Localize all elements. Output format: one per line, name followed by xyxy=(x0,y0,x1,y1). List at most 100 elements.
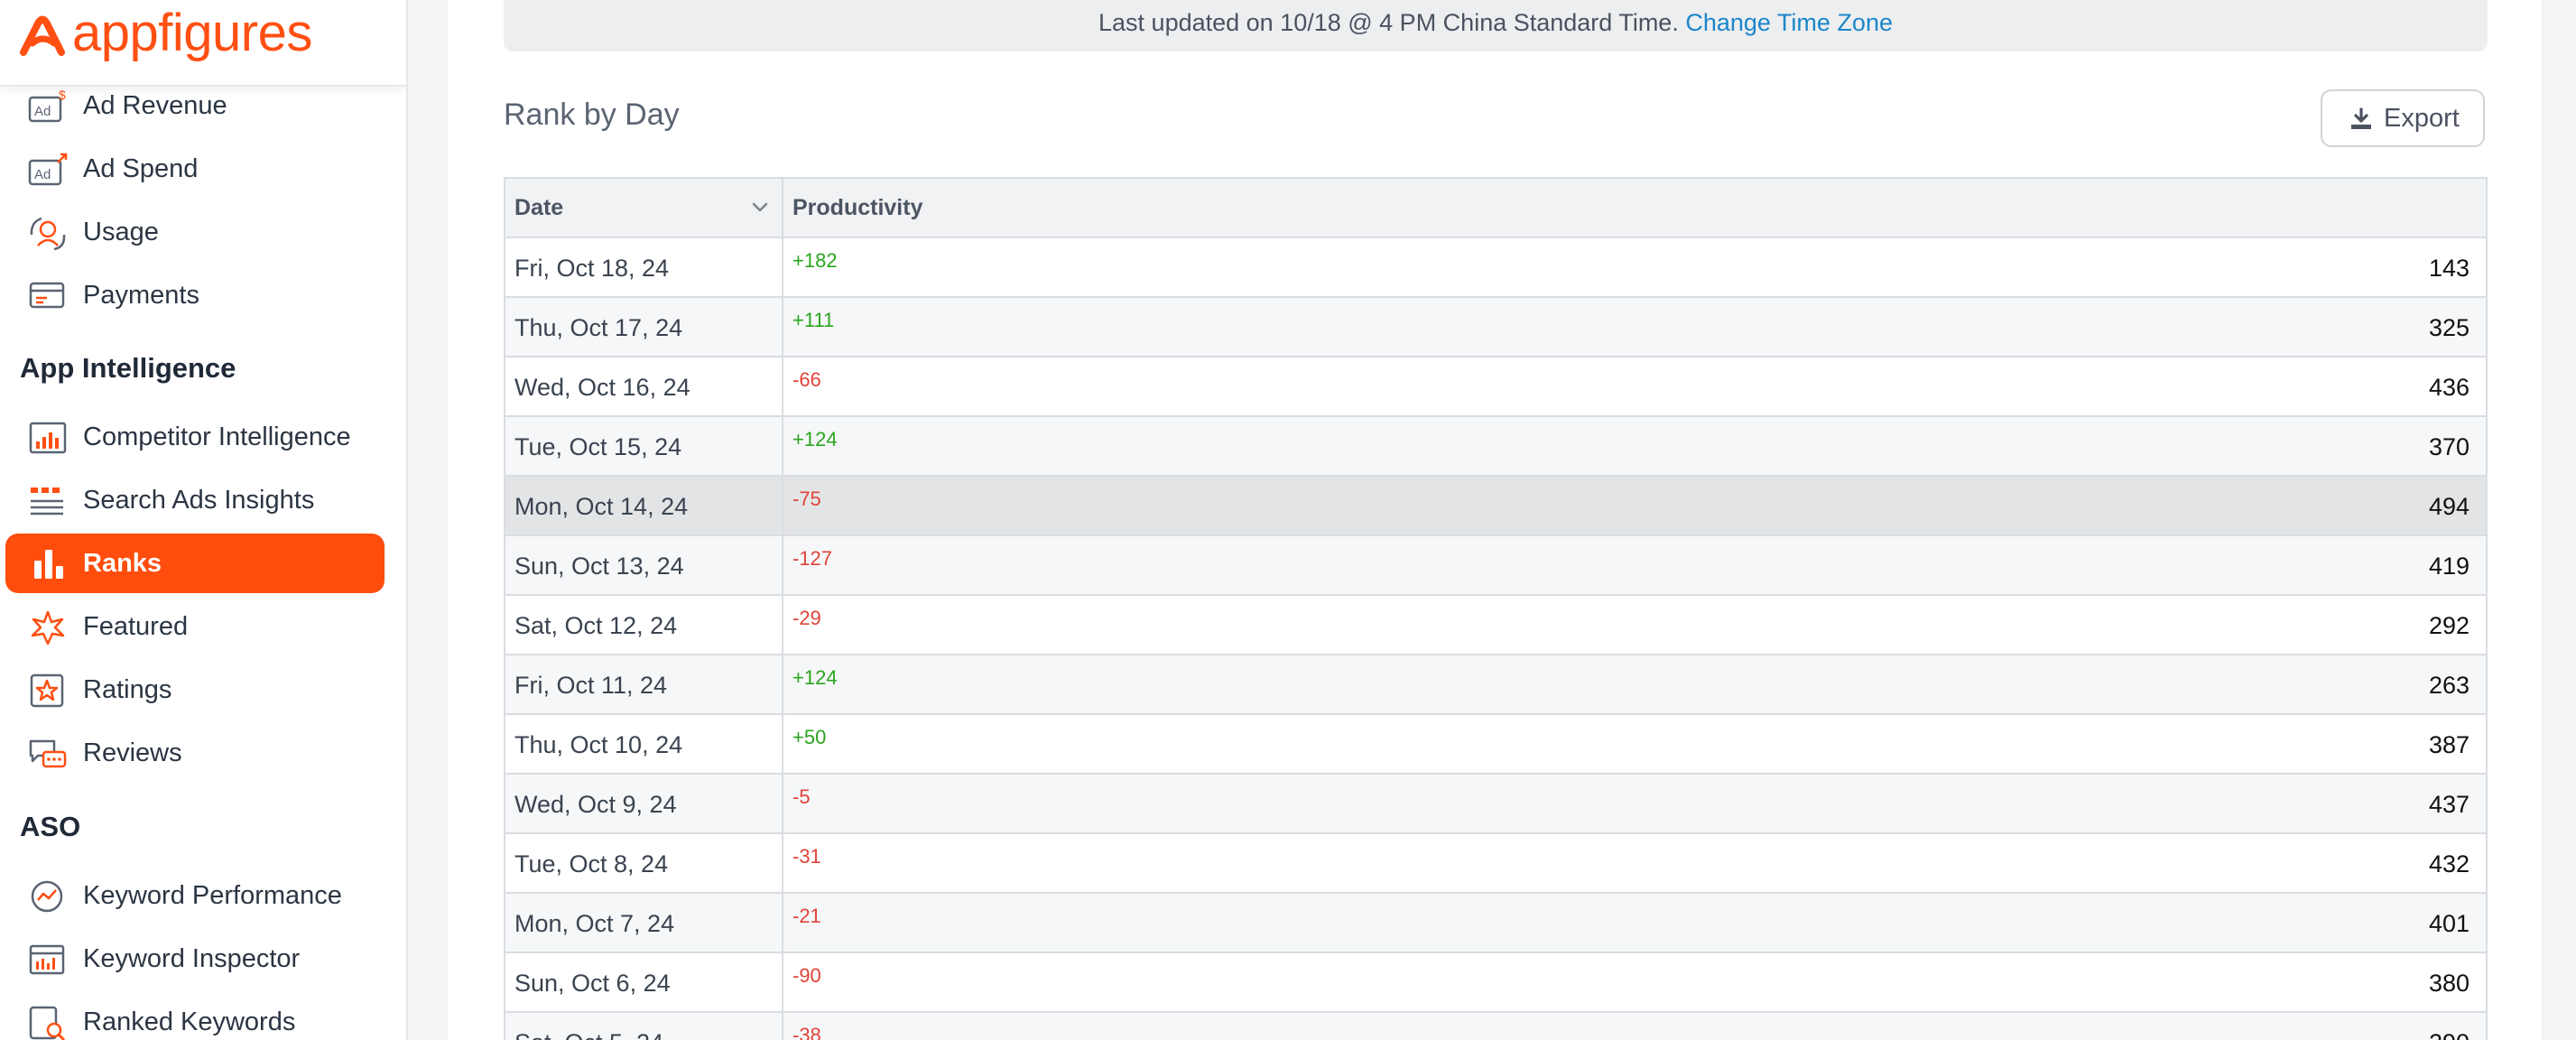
brand-name[interactable]: appfigures xyxy=(72,2,312,65)
sidebar-item-label: Usage xyxy=(83,218,159,246)
rank-change-value: -66 xyxy=(792,368,821,391)
date-cell: Thu, Oct 10, 24 xyxy=(514,731,683,758)
bar-chart-icon xyxy=(29,422,67,454)
rank-change-value: -90 xyxy=(792,964,821,987)
column-header-productivity[interactable]: Productivity xyxy=(792,179,922,237)
section-title-aso: ASO xyxy=(20,811,81,842)
date-cell: Wed, Oct 16, 24 xyxy=(514,374,690,401)
star-box-icon xyxy=(30,673,64,708)
section-title-app-intelligence: App Intelligence xyxy=(20,352,236,384)
rank-value: 292 xyxy=(2428,612,2469,639)
sidebar-item-label: Competitor Intelligence xyxy=(83,422,351,451)
grid-list-icon xyxy=(31,488,63,515)
date-cell: Sun, Oct 6, 24 xyxy=(514,970,671,997)
svg-text:Ad: Ad xyxy=(34,104,51,119)
sidebar-item-keyword-performance[interactable]: Keyword Performance xyxy=(5,866,385,925)
date-cell: Mon, Oct 14, 24 xyxy=(514,493,689,520)
rank-change-value: -21 xyxy=(792,905,821,927)
rank-value: 143 xyxy=(2428,255,2469,282)
sidebar-item-payments[interactable]: Payments xyxy=(5,265,385,325)
sidebar-item-label: Keyword Performance xyxy=(83,881,342,910)
sidebar-item-featured[interactable]: Featured xyxy=(5,597,385,656)
table-row[interactable]: Mon, Oct 7, 24 -21 401 xyxy=(505,894,2486,953)
date-cell: Mon, Oct 7, 24 xyxy=(514,910,675,937)
change-time-zone-link[interactable]: Change Time Zone xyxy=(1685,9,1893,36)
table-row[interactable]: Mon, Oct 14, 24 -75 494 xyxy=(505,477,2486,536)
rank-value: 380 xyxy=(2428,970,2469,997)
table-row[interactable]: Fri, Oct 11, 24 +124 263 xyxy=(505,655,2486,715)
column-header-date[interactable]: Date xyxy=(514,179,563,237)
sidebar-item-usage[interactable]: Usage xyxy=(5,202,385,262)
sidebar-item-label: Ratings xyxy=(83,675,172,704)
ad-revenue-icon: Ad $ xyxy=(28,88,66,123)
ranks-icon xyxy=(34,550,63,579)
table-row[interactable]: Fri, Oct 18, 24 +182 143 xyxy=(505,238,2486,298)
rank-change-value: -127 xyxy=(792,547,833,570)
table-row[interactable]: Tue, Oct 8, 24 -31 432 xyxy=(505,834,2486,894)
sidebar-item-label: Ad Spend xyxy=(83,154,199,183)
table-row[interactable]: Sun, Oct 13, 24 -127 419 xyxy=(505,536,2486,596)
sidebar-item-ratings[interactable]: Ratings xyxy=(5,660,385,720)
rank-change-value: +124 xyxy=(792,428,838,450)
ad-spend-icon: Ad xyxy=(28,153,68,186)
search-doc-icon xyxy=(29,1006,66,1040)
rank-by-day-table: Date Productivity Fri, Oct 18, 24 +182 143… xyxy=(504,177,2488,1040)
sidebar-item-label: Payments xyxy=(83,281,199,310)
table-row[interactable]: Wed, Oct 9, 24 -5 437 xyxy=(505,775,2486,834)
chevron-down-icon[interactable] xyxy=(751,200,769,215)
last-updated-text: Last updated on 10/18 @ 4 PM China Stand… xyxy=(1098,9,1679,36)
rank-value: 401 xyxy=(2428,910,2469,937)
burst-star-icon xyxy=(31,610,65,645)
last-updated-bar: Last updated on 10/18 @ 4 PM China Stand… xyxy=(504,0,2488,51)
inspector-icon xyxy=(29,944,65,975)
date-cell: Sat, Oct 12, 24 xyxy=(514,612,678,639)
rank-value: 494 xyxy=(2428,493,2469,520)
rank-value: 263 xyxy=(2428,672,2469,699)
table-row[interactable]: Sat, Oct 12, 24 -29 292 xyxy=(505,596,2486,655)
rank-value: 370 xyxy=(2428,433,2469,460)
chat-bubble-icon xyxy=(29,739,67,768)
sidebar-item-ranked-keywords[interactable]: Ranked Keywords xyxy=(5,992,385,1040)
usage-icon xyxy=(30,217,66,251)
sidebar-item-ad-spend[interactable]: Ad Ad Spend xyxy=(5,139,385,199)
rank-change-value: +124 xyxy=(792,666,838,689)
date-cell: Sat, Oct 5, 24 xyxy=(514,1013,663,1040)
rank-change-value: -75 xyxy=(792,488,821,510)
table-row[interactable]: Wed, Oct 16, 24 -66 436 xyxy=(505,358,2486,417)
table-row[interactable]: Tue, Oct 15, 24 +124 370 xyxy=(505,417,2486,477)
rank-value: 437 xyxy=(2428,791,2469,818)
date-cell: Sun, Oct 13, 24 xyxy=(514,552,684,580)
date-cell: Thu, Oct 17, 24 xyxy=(514,314,683,341)
payments-icon xyxy=(29,282,65,309)
sidebar-item-keyword-inspector[interactable]: Keyword Inspector xyxy=(5,929,385,989)
rank-change-value: +182 xyxy=(792,249,838,272)
table-row[interactable]: Thu, Oct 10, 24 +50 387 xyxy=(505,715,2486,775)
rank-value: 419 xyxy=(2428,552,2469,580)
export-button[interactable]: Export xyxy=(2321,89,2485,147)
rank-value: 436 xyxy=(2428,374,2469,401)
export-label: Export xyxy=(2384,104,2460,133)
date-cell: Tue, Oct 15, 24 xyxy=(514,433,682,460)
appfigures-logo-icon[interactable] xyxy=(18,13,67,58)
trend-circle-icon xyxy=(31,880,63,913)
rank-change-value: -38 xyxy=(792,1024,821,1040)
table-row[interactable]: Sun, Oct 6, 24 -90 380 xyxy=(505,953,2486,1013)
rank-change-value: -31 xyxy=(792,845,821,868)
sidebar-item-search-ads-insights[interactable]: Search Ads Insights xyxy=(5,470,385,530)
table-row[interactable]: Sat, Oct 5, 24 -38 290 xyxy=(505,1013,2486,1040)
sidebar-item-competitor-intelligence[interactable]: Competitor Intelligence xyxy=(5,407,385,467)
rank-change-value: -5 xyxy=(792,785,811,808)
download-icon xyxy=(2351,107,2371,129)
sidebar-item-label: Reviews xyxy=(83,738,182,767)
rank-value: 290 xyxy=(2429,1013,2469,1040)
table-row[interactable]: Thu, Oct 17, 24 +111 325 xyxy=(505,298,2486,358)
page-title: Rank by Day xyxy=(504,98,680,132)
sidebar-item-reviews[interactable]: Reviews xyxy=(5,723,385,783)
rank-change-value: +50 xyxy=(792,726,827,748)
date-cell: Wed, Oct 9, 24 xyxy=(514,791,677,818)
table-header: Date Productivity xyxy=(505,179,2486,238)
sidebar-item-label: Ranks xyxy=(83,549,162,578)
rank-value: 325 xyxy=(2428,314,2469,341)
sidebar-item-ranks[interactable]: Ranks xyxy=(5,534,385,593)
svg-text:$: $ xyxy=(59,88,66,102)
